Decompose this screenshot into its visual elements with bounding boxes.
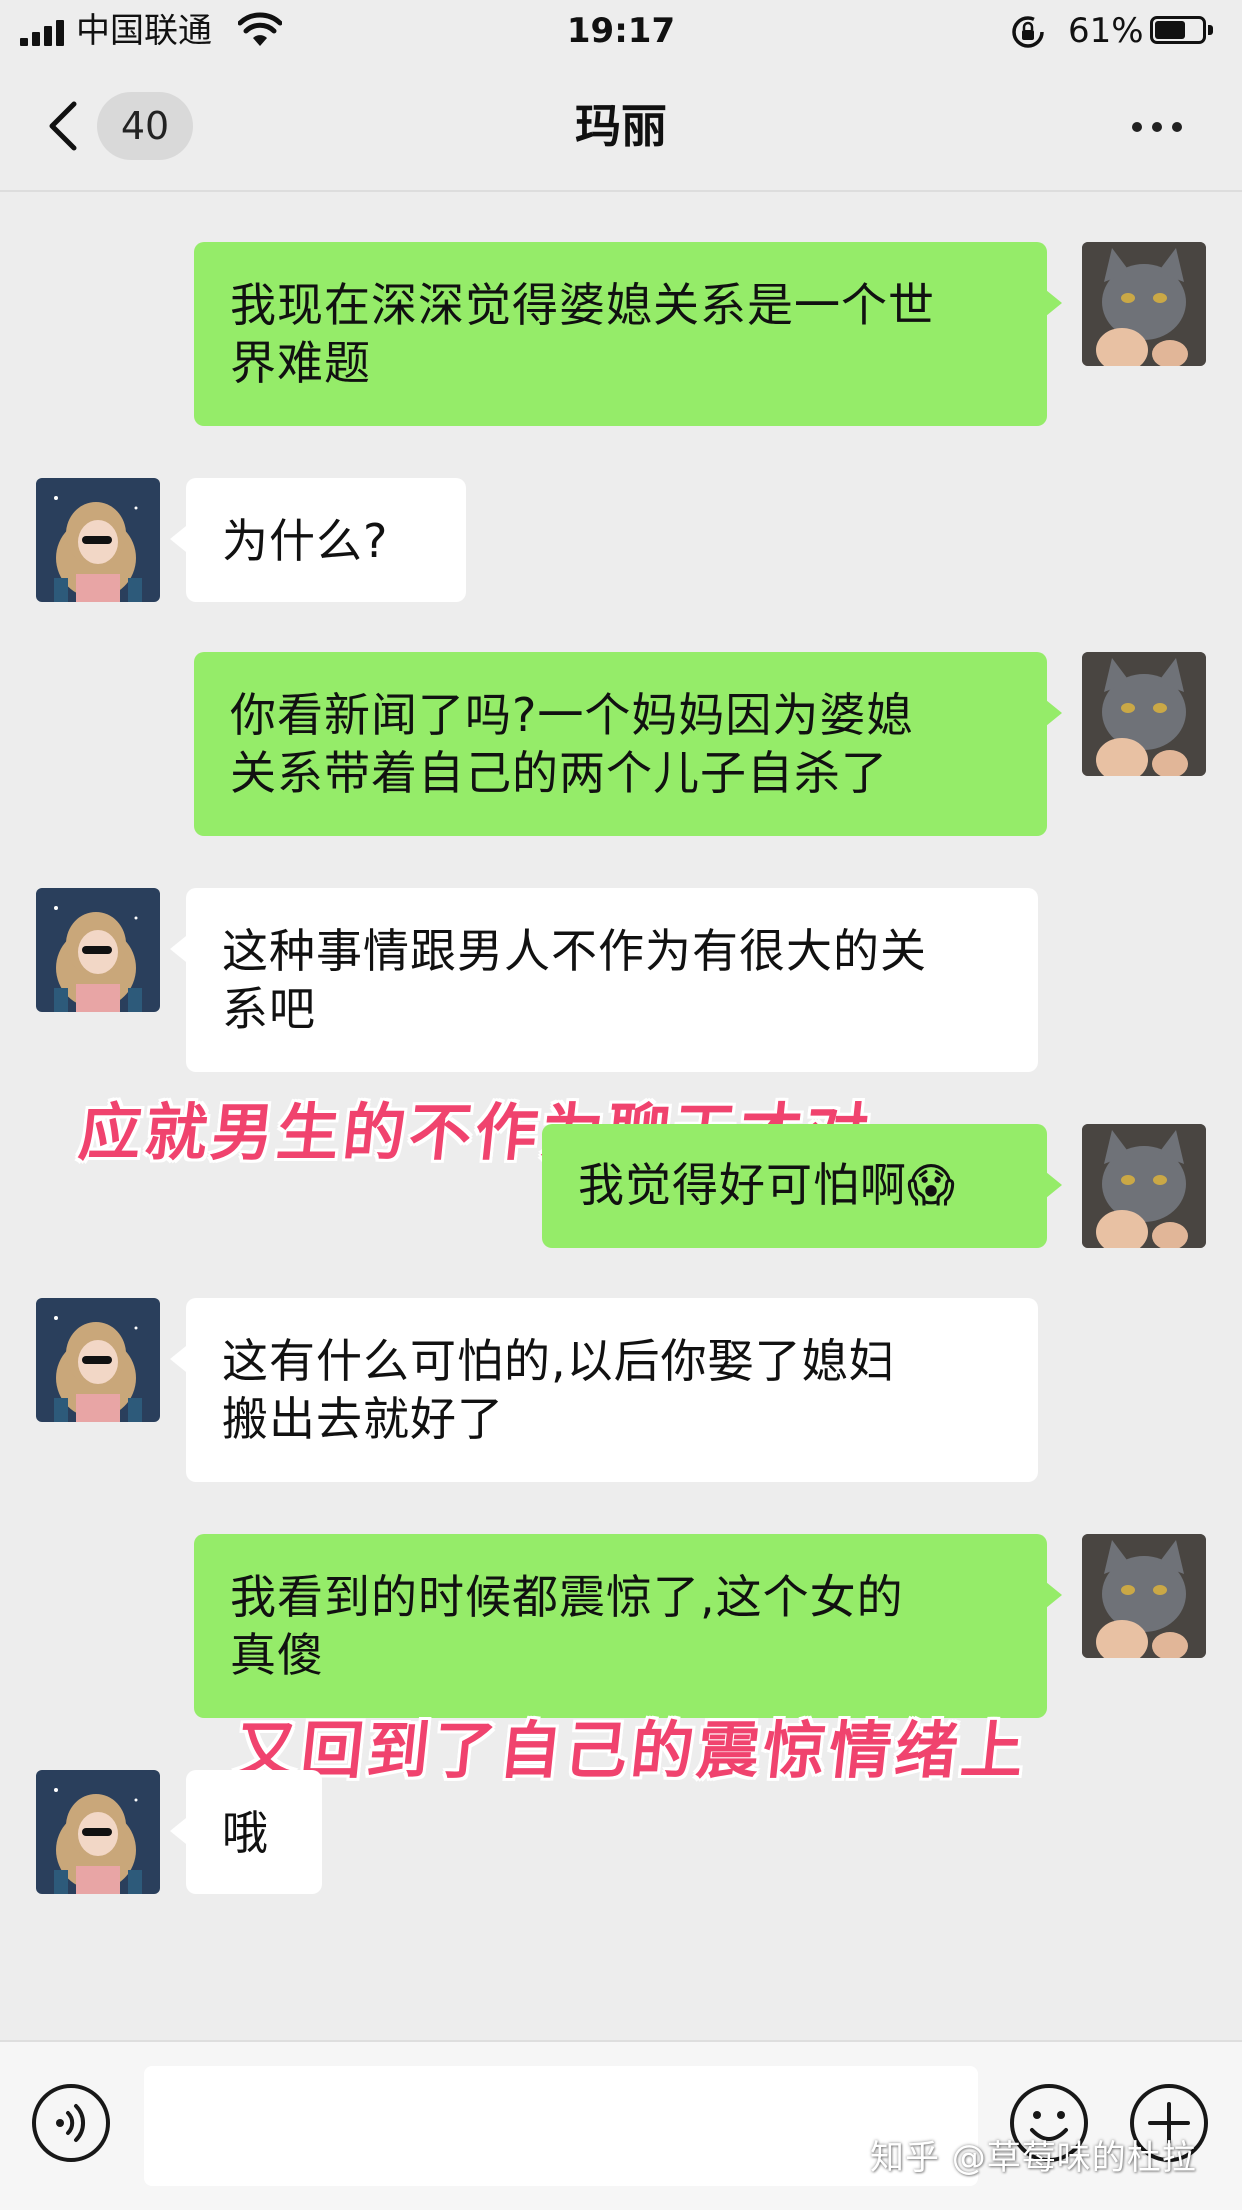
clock-time: 19:17: [566, 11, 676, 51]
message-line: 我觉得好可怕啊😱: [578, 1158, 956, 1212]
my-avatar[interactable]: [1082, 1534, 1206, 1658]
watermark: 知乎 @草莓味的杜拉: [870, 2138, 1197, 2178]
back-icon[interactable]: [44, 98, 82, 154]
message-line: 真傻: [230, 1628, 324, 1682]
message-line: 搬出去就好了: [222, 1392, 504, 1446]
bubble-tail: [170, 1346, 186, 1372]
bubble-tail: [1046, 1582, 1062, 1608]
my-avatar[interactable]: [1082, 652, 1206, 776]
message-line: 系吧: [222, 982, 316, 1036]
message-bubble-received[interactable]: 为什么?: [186, 478, 466, 602]
bubble-tail: [1046, 700, 1062, 726]
message-line: 哦: [222, 1806, 269, 1860]
annotation-overlay: 又回到了自己的震惊情绪上: [231, 1714, 1032, 1787]
message-line: 我现在深深觉得婆媳关系是一个世: [230, 278, 935, 332]
contact-avatar[interactable]: [36, 888, 160, 1012]
message-bubble-received[interactable]: 哦: [186, 1770, 322, 1894]
bubble-tail: [170, 936, 186, 962]
message-bubble-received[interactable]: 这有什么可怕的,以后你娶了媳妇 搬出去就好了: [186, 1298, 1038, 1482]
bubble-tail: [170, 1818, 186, 1844]
message-line: 为什么?: [222, 514, 389, 568]
message-input[interactable]: [144, 2066, 978, 2186]
message-line: 关系带着自己的两个儿子自杀了: [230, 746, 888, 800]
message-line: 我看到的时候都震惊了,这个女的: [230, 1570, 904, 1624]
contact-avatar[interactable]: [36, 1298, 160, 1422]
message-bubble-received[interactable]: 这种事情跟男人不作为有很大的关 系吧: [186, 888, 1038, 1072]
message-line: 这有什么可怕的,以后你娶了媳妇: [222, 1334, 896, 1388]
lock-icon: [1010, 14, 1046, 50]
battery-icon: [1150, 16, 1218, 46]
bubble-tail: [170, 526, 186, 552]
contact-avatar[interactable]: [36, 478, 160, 602]
message-line: 这种事情跟男人不作为有很大的关: [222, 924, 927, 978]
message-bubble-sent[interactable]: 我现在深深觉得婆媳关系是一个世 界难题: [194, 242, 1047, 426]
battery-percent: 61%: [1068, 11, 1144, 51]
bubble-tail: [1046, 290, 1062, 316]
contact-avatar[interactable]: [36, 1770, 160, 1894]
more-icon[interactable]: [1130, 110, 1186, 140]
my-avatar[interactable]: [1082, 242, 1206, 366]
message-bubble-sent[interactable]: 我看到的时候都震惊了,这个女的 真傻: [194, 1534, 1047, 1718]
bubble-tail: [1046, 1172, 1062, 1198]
message-bubble-sent[interactable]: 你看新闻了吗?一个妈妈因为婆媳 关系带着自己的两个儿子自杀了: [194, 652, 1047, 836]
voice-icon[interactable]: [30, 2082, 112, 2164]
my-avatar[interactable]: [1082, 1124, 1206, 1248]
message-line: 界难题: [230, 336, 371, 390]
unread-count-badge[interactable]: 40: [97, 92, 193, 160]
message-line: 你看新闻了吗?一个妈妈因为婆媳: [230, 688, 914, 742]
message-bubble-sent[interactable]: 我觉得好可怕啊😱: [542, 1124, 1047, 1248]
